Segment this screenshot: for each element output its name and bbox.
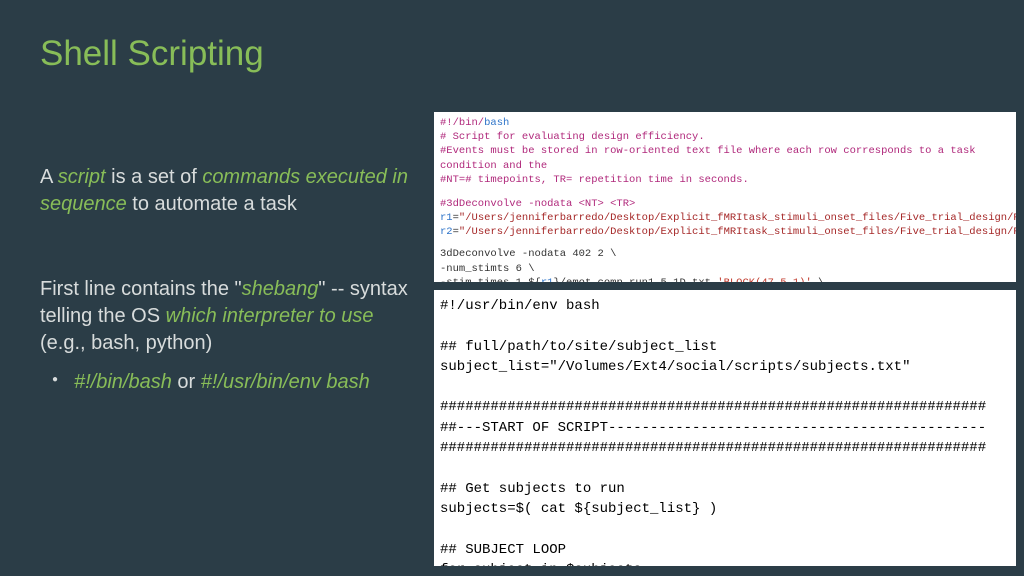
emphasis: shebang [242,278,319,300]
text: or [172,371,201,393]
code-token: bash [484,117,509,129]
code-token: "/Users/jenniferbarredo/Desktop/Explicit… [459,226,1016,238]
code-line: ########################################… [440,440,986,456]
emphasis: which interpreter to use [166,305,374,327]
code-line: #NT=# timepoints, TR= repetition time in… [440,173,1010,187]
text: to automate a task [127,193,297,215]
code-line: ## full/path/to/site/subject_list [440,339,717,355]
emphasis: script [58,166,106,188]
code-token: "/Users/jenniferbarredo/Desktop/Explicit… [459,212,1016,224]
code-line: ##---START OF SCRIPT--------------------… [440,420,986,436]
code-block-top: #!/bin/bash # Script for evaluating desi… [434,112,1016,282]
code-line: for subject in $subjects [440,562,642,566]
code-token: \ [812,277,825,282]
code-block-bottom: #!/usr/bin/env bash ## full/path/to/site… [434,290,1016,566]
code-line: #!/usr/bin/env bash [440,298,600,314]
bullet-item: #!/bin/bash or #!/usr/bin/env bash [40,369,410,396]
code-line: # Script for evaluating design efficienc… [440,130,1010,144]
text: A [40,166,58,188]
text: (e.g., bash, python) [40,332,212,354]
code-line: #!/bin/ [440,117,484,129]
code-example: #!/usr/bin/env bash [201,371,370,393]
code-line: -num_stimts 6 \ [440,262,1010,276]
code-line: subjects=$( cat ${subject_list} ) [440,501,717,517]
code-line: ## Get subjects to run [440,481,625,497]
code-token: r1 [440,212,453,224]
code-line: #Events must be stored in row-oriented t… [440,144,1010,172]
text: First line contains the " [40,278,242,300]
slide-title: Shell Scripting [0,0,1024,74]
code-line: 3dDeconvolve -nodata 402 2 \ [440,247,1010,261]
text: is a set of [106,166,203,188]
code-token: -stim_times 1 ${ [440,277,541,282]
code-token: 'BLOCK(47.5,1)' [717,277,812,282]
paragraph-1: A script is a set of commands executed i… [40,164,410,218]
code-line: ########################################… [440,399,986,415]
paragraph-2: First line contains the "shebang" -- syn… [40,276,410,357]
code-line: ## SUBJECT LOOP [440,542,566,558]
code-token: }/emot_comp_run1_5.1D.txt [553,277,717,282]
code-line: subject_list="/Volumes/Ext4/social/scrip… [440,359,910,375]
code-line: #3dDeconvolve -nodata <NT> <TR> [440,197,1010,211]
code-example: #!/bin/bash [74,371,172,393]
code-token: r1 [541,277,554,282]
code-token: r2 [440,226,453,238]
left-column: A script is a set of commands executed i… [40,164,410,396]
